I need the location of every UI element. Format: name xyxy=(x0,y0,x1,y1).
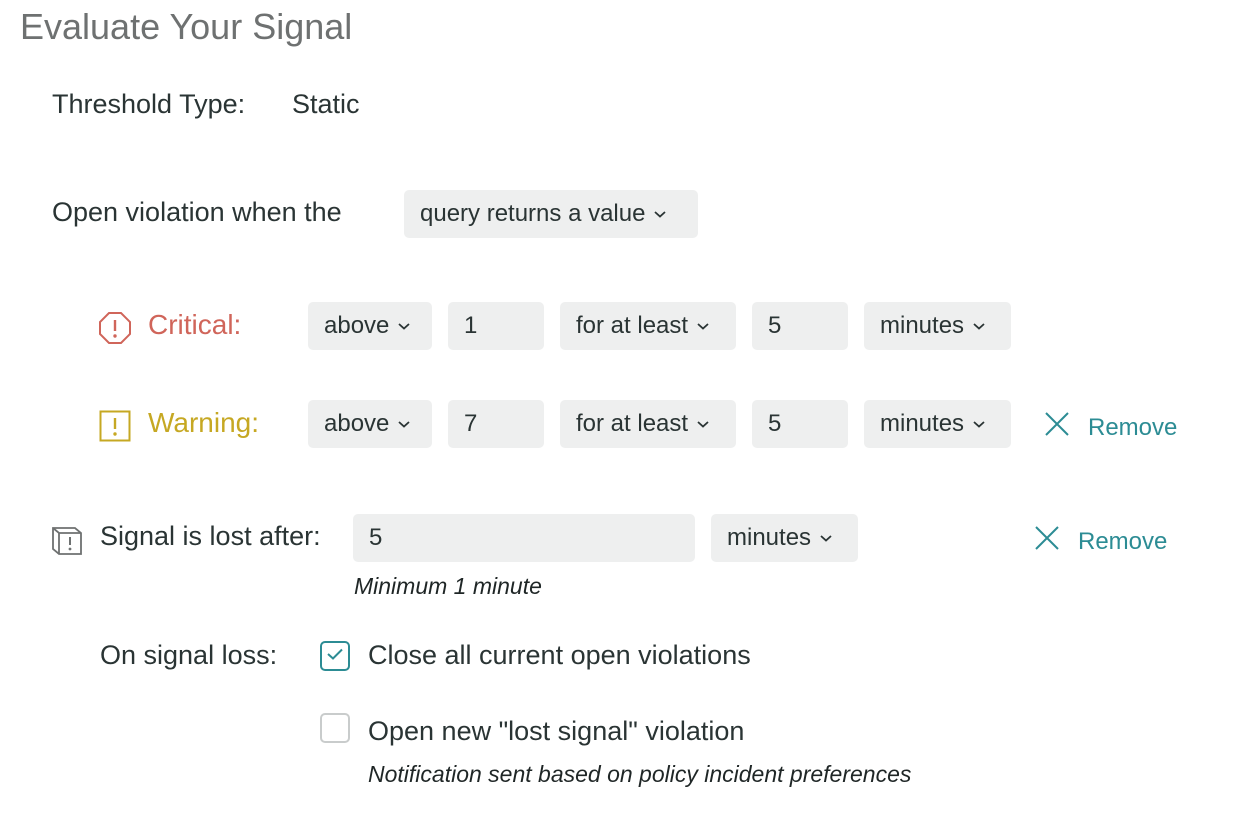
octagon-alert-icon xyxy=(98,311,132,350)
signal-lost-remove-label: Remove xyxy=(1078,527,1168,555)
critical-occurrence-select[interactable]: for at least xyxy=(560,302,736,350)
signal-loss-label: On signal loss: xyxy=(100,640,278,670)
lost-signal-violation-label: Open new "lost signal" violation xyxy=(368,716,745,746)
open-violation-select[interactable]: query returns a value xyxy=(404,190,698,238)
critical-operator-select[interactable]: above xyxy=(308,302,432,350)
warning-operator-select[interactable]: above xyxy=(308,400,432,448)
page-title: Evaluate Your Signal xyxy=(20,6,353,47)
chevron-down-icon xyxy=(696,419,710,429)
warning-threshold-value: 7 xyxy=(464,410,478,437)
chevron-down-icon xyxy=(819,533,833,543)
close-violations-label: Close all current open violations xyxy=(368,640,751,670)
warning-duration-input[interactable]: 5 xyxy=(752,400,848,448)
critical-occurrence-value: for at least xyxy=(576,312,689,339)
chevron-down-icon xyxy=(397,419,411,429)
close-icon xyxy=(1034,525,1060,558)
chevron-down-icon xyxy=(972,419,986,429)
warning-unit-value: minutes xyxy=(880,410,965,437)
critical-duration-value: 5 xyxy=(768,312,782,339)
critical-unit-value: minutes xyxy=(880,312,965,339)
open-violation-label: Open violation when the xyxy=(52,197,342,227)
lost-signal-violation-checkbox[interactable] xyxy=(320,713,350,743)
critical-unit-select[interactable]: minutes xyxy=(864,302,1011,350)
square-alert-icon xyxy=(99,410,131,447)
signal-lost-hint: Minimum 1 minute xyxy=(354,573,542,599)
chevron-down-icon xyxy=(972,321,986,331)
warning-remove-label: Remove xyxy=(1088,413,1178,441)
signal-lost-unit-value: minutes xyxy=(727,524,812,551)
warning-occurrence-value: for at least xyxy=(576,410,689,437)
signal-lost-label: Signal is lost after: xyxy=(100,521,321,551)
checkmark-icon xyxy=(326,647,344,666)
signal-lost-input[interactable]: 5 xyxy=(353,514,695,562)
lost-signal-violation-note: Notification sent based on policy incide… xyxy=(368,761,912,787)
critical-threshold-input[interactable]: 1 xyxy=(448,302,544,350)
warning-operator-value: above xyxy=(324,410,390,437)
signal-lost-unit-select[interactable]: minutes xyxy=(711,514,858,562)
chevron-down-icon xyxy=(696,321,710,331)
warning-unit-select[interactable]: minutes xyxy=(864,400,1011,448)
critical-operator-value: above xyxy=(324,312,390,339)
warning-threshold-input[interactable]: 7 xyxy=(448,400,544,448)
signal-lost-box-icon xyxy=(50,523,84,562)
warning-label: Warning: xyxy=(148,407,260,438)
chevron-down-icon xyxy=(397,321,411,331)
critical-label: Critical: xyxy=(148,309,242,340)
open-violation-select-value: query returns a value xyxy=(420,200,646,227)
threshold-type-label: Threshold Type: xyxy=(52,89,246,119)
warning-duration-value: 5 xyxy=(768,410,782,437)
critical-threshold-value: 1 xyxy=(464,312,478,339)
chevron-down-icon xyxy=(653,209,667,219)
critical-duration-input[interactable]: 5 xyxy=(752,302,848,350)
signal-lost-value: 5 xyxy=(369,524,383,551)
warning-occurrence-select[interactable]: for at least xyxy=(560,400,736,448)
signal-lost-remove-button[interactable]: Remove xyxy=(1034,525,1167,558)
warning-remove-button[interactable]: Remove xyxy=(1044,411,1177,444)
close-icon xyxy=(1044,411,1070,444)
close-violations-checkbox[interactable] xyxy=(320,641,350,671)
threshold-type-value: Static xyxy=(292,89,360,119)
